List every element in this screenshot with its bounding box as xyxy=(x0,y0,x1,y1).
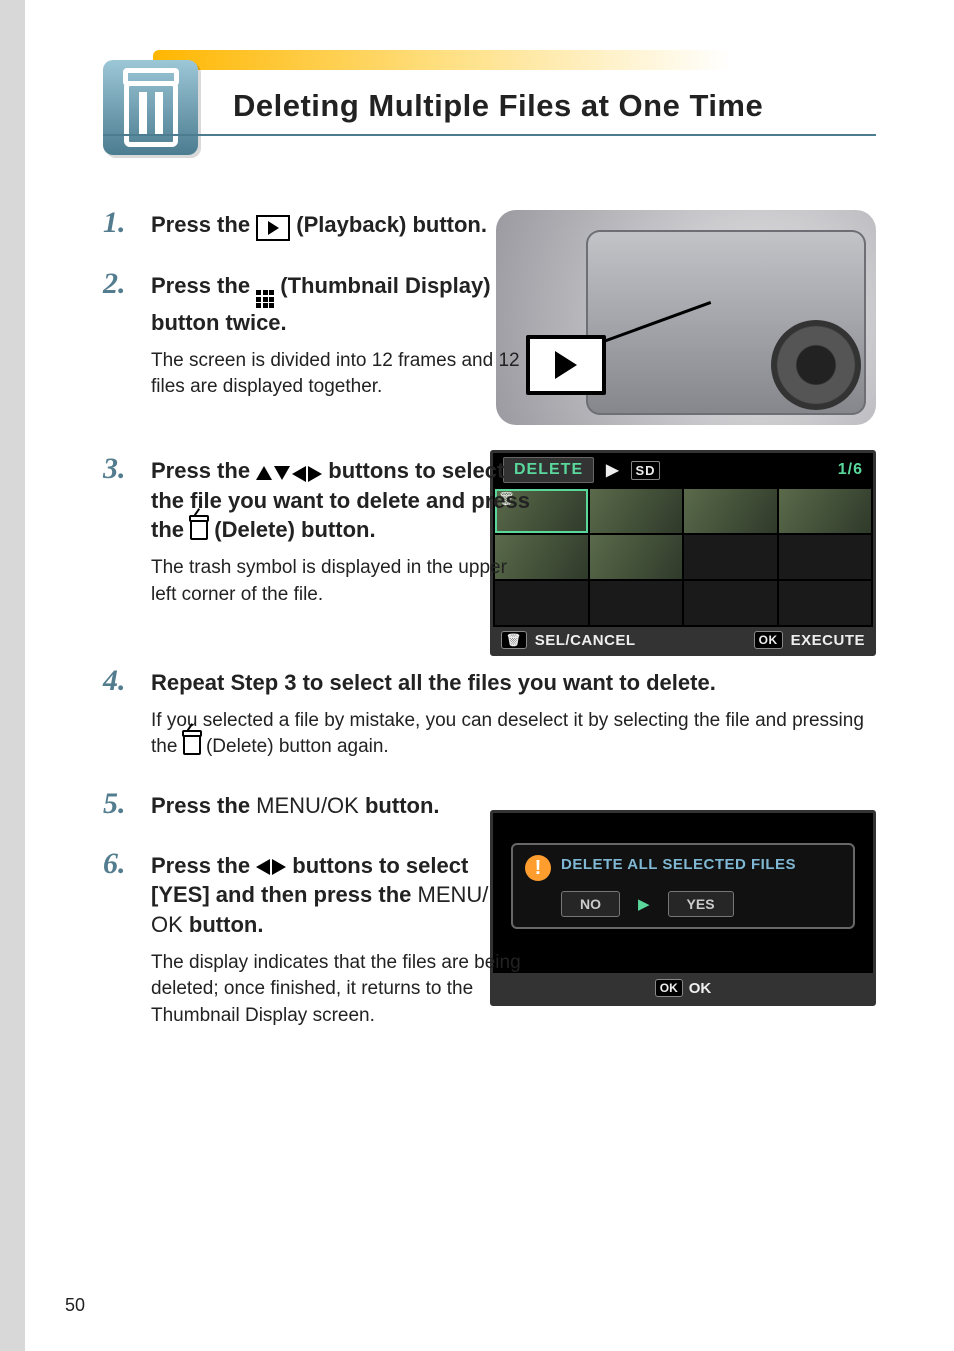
step-6: Press the buttons to select [YES] and th… xyxy=(103,851,876,1030)
thumbnail-display-icon xyxy=(256,290,274,308)
step-2-body: The screen is divided into 12 frames and… xyxy=(151,348,531,401)
step-5: Press the MENU/OK button. xyxy=(103,791,876,821)
step-3-head: Press the buttons to select the file you… xyxy=(151,456,531,545)
screen1-footer-right: EXECUTE xyxy=(791,632,865,649)
page-title: Deleting Multiple Files at One Time xyxy=(103,60,876,136)
trash-button-indicator: 🗑 xyxy=(501,631,527,649)
step-4-head: Repeat Step 3 to select all the files yo… xyxy=(151,668,876,698)
ok-label: OK xyxy=(151,910,183,940)
screen1-footer: 🗑 SEL/CANCEL OK EXECUTE xyxy=(493,627,873,653)
playback-icon xyxy=(256,215,290,241)
step-6-head: Press the buttons to select [YES] and th… xyxy=(151,851,531,940)
page-number: 50 xyxy=(65,1295,85,1316)
delete-icon xyxy=(183,735,201,755)
menu-label: MENU/ xyxy=(418,880,489,910)
ok-button-indicator: OK xyxy=(754,631,783,649)
step-3-body: The trash symbol is displayed in the upp… xyxy=(151,555,531,608)
screen1-footer-left: SEL/CANCEL xyxy=(535,632,636,649)
step-4: Repeat Step 3 to select all the files yo… xyxy=(103,668,876,761)
step-3: Press the buttons to select the file you… xyxy=(103,456,876,608)
left-right-arrows-icon xyxy=(256,859,286,875)
step-2-head: Press the (Thumbnail Display) button twi… xyxy=(151,271,531,338)
step-1-head: Press the (Playback) button. xyxy=(151,210,531,241)
step-5-head: Press the MENU/OK button. xyxy=(151,791,876,821)
page-header: Deleting Multiple Files at One Time xyxy=(103,60,876,155)
step-4-body: If you selected a file by mistake, you c… xyxy=(151,708,876,761)
step-2: Press the (Thumbnail Display) button twi… xyxy=(103,271,876,401)
play-icon xyxy=(268,221,279,235)
step-6-body: The display indicates that the files are… xyxy=(151,950,531,1030)
menu-ok-label: MENU/OK xyxy=(256,791,359,821)
step-1: Press the (Playback) button. xyxy=(103,210,876,241)
four-way-arrows-icon xyxy=(256,466,322,482)
delete-icon xyxy=(190,520,208,540)
